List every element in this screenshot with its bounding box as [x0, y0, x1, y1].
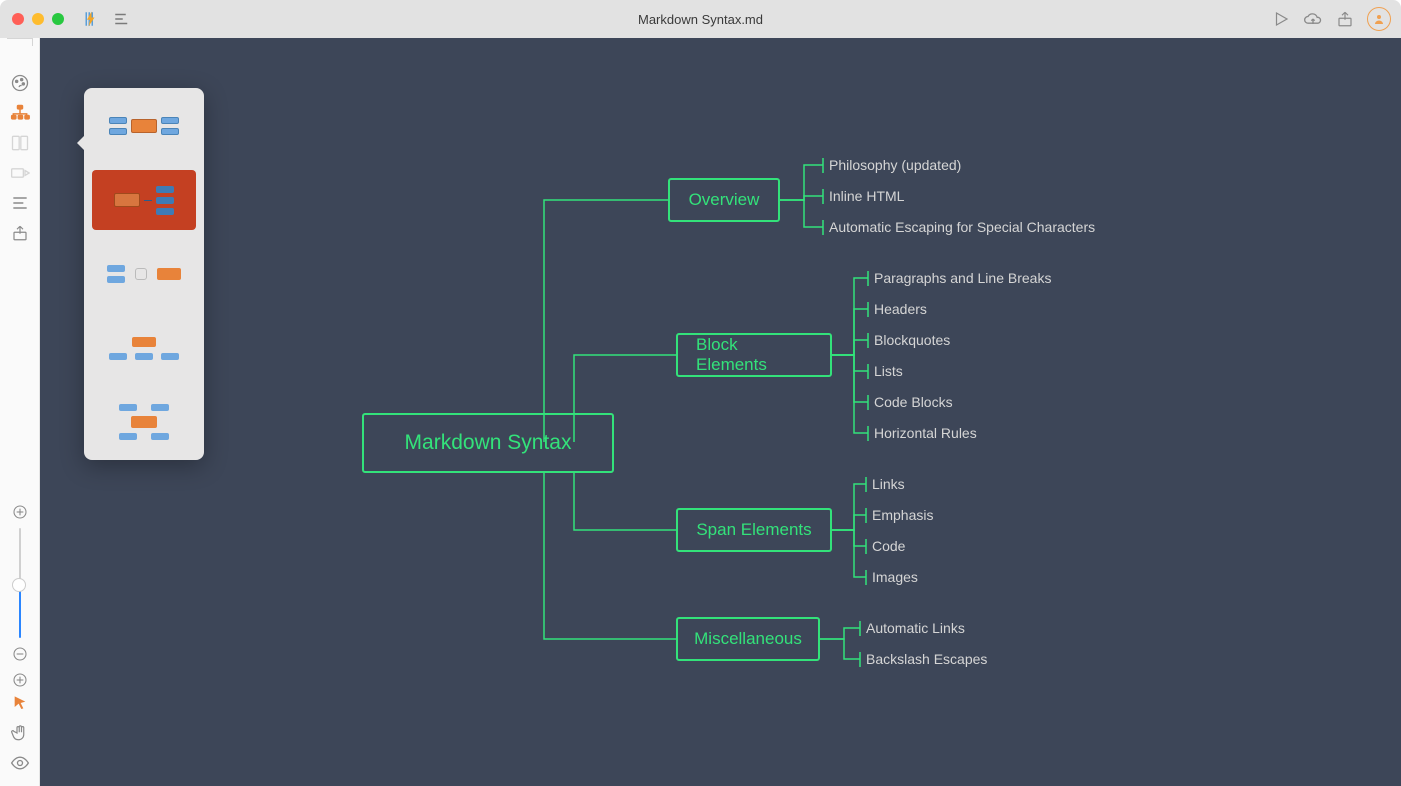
- pointer-tool[interactable]: [5, 688, 35, 718]
- node-label: Block Elements: [696, 335, 812, 375]
- layout-picker-popover: [84, 88, 204, 460]
- sidebar-collapse-handle[interactable]: [7, 38, 33, 46]
- mindmap-leaf[interactable]: Blockquotes: [874, 332, 950, 348]
- node-label: Miscellaneous: [694, 629, 802, 649]
- hand-tool[interactable]: [5, 718, 35, 748]
- mindmap-leaf[interactable]: Automatic Links: [866, 620, 965, 636]
- mindmap-leaf[interactable]: Horizontal Rules: [874, 425, 977, 441]
- slides-icon[interactable]: [5, 158, 35, 188]
- export-icon[interactable]: [5, 218, 35, 248]
- columns-icon[interactable]: [5, 128, 35, 158]
- mindmap-branch-miscellaneous[interactable]: Miscellaneous: [676, 617, 820, 661]
- outline-list-icon[interactable]: [5, 188, 35, 218]
- mindmap-canvas[interactable]: Markdown Syntax Overview Block Elements …: [40, 38, 1401, 786]
- mindmap-root-node[interactable]: Markdown Syntax: [362, 413, 614, 473]
- zoom-controls: [10, 502, 30, 690]
- layout-option-right-tree[interactable]: [92, 170, 196, 230]
- mindmap-branch-block-elements[interactable]: Block Elements: [676, 333, 832, 377]
- mindmap-leaf[interactable]: Lists: [874, 363, 903, 379]
- paragraph-align-icon[interactable]: [112, 9, 132, 29]
- zoom-in-button[interactable]: [10, 502, 30, 522]
- layout-option-tree-down[interactable]: [92, 392, 196, 452]
- layout-option-org-chart[interactable]: [92, 318, 196, 378]
- document-title: Markdown Syntax.md: [638, 12, 763, 27]
- mindmap-leaf[interactable]: Code Blocks: [874, 394, 953, 410]
- mindmap-leaf[interactable]: Images: [872, 569, 918, 585]
- layout-option-left-right[interactable]: [92, 244, 196, 304]
- mindmap-leaf[interactable]: Emphasis: [872, 507, 933, 523]
- layout-icon[interactable]: [5, 98, 35, 128]
- node-label: Overview: [689, 190, 760, 210]
- mindmap-branch-span-elements[interactable]: Span Elements: [676, 508, 832, 552]
- cloud-upload-icon[interactable]: [1303, 9, 1323, 29]
- titlebar: Markdown Syntax.md: [0, 0, 1401, 38]
- mindmap-leaf[interactable]: Code: [872, 538, 905, 554]
- visibility-tool[interactable]: [5, 748, 35, 778]
- mindmap-leaf[interactable]: Links: [872, 476, 905, 492]
- mindmap-leaf[interactable]: Inline HTML: [829, 188, 904, 204]
- mindmap-leaf[interactable]: Backslash Escapes: [866, 651, 987, 667]
- share-icon[interactable]: [1335, 9, 1355, 29]
- account-avatar[interactable]: [1367, 7, 1391, 31]
- close-window-button[interactable]: [12, 13, 24, 25]
- theme-icon[interactable]: [5, 68, 35, 98]
- node-label: Markdown Syntax: [405, 431, 572, 455]
- mindmap-leaf[interactable]: Headers: [874, 301, 927, 317]
- mindmap-leaf[interactable]: Philosophy (updated): [829, 157, 961, 173]
- window-controls: [0, 13, 64, 25]
- mindmap-branch-overview[interactable]: Overview: [668, 178, 780, 222]
- zoom-out-button[interactable]: [10, 644, 30, 664]
- mindmap-leaf[interactable]: Automatic Escaping for Special Character…: [829, 219, 1095, 235]
- zoom-slider[interactable]: [18, 528, 22, 638]
- node-label: Span Elements: [696, 520, 811, 540]
- left-sidebar: [0, 38, 40, 786]
- mindmap-leaf[interactable]: Paragraphs and Line Breaks: [874, 270, 1051, 286]
- play-icon[interactable]: [1271, 9, 1291, 29]
- lightning-icon[interactable]: [80, 9, 100, 29]
- zoom-fit-button[interactable]: [10, 670, 30, 690]
- minimize-window-button[interactable]: [32, 13, 44, 25]
- layout-option-radial[interactable]: [92, 96, 196, 156]
- fullscreen-window-button[interactable]: [52, 13, 64, 25]
- mindmap-connectors: [40, 38, 1401, 786]
